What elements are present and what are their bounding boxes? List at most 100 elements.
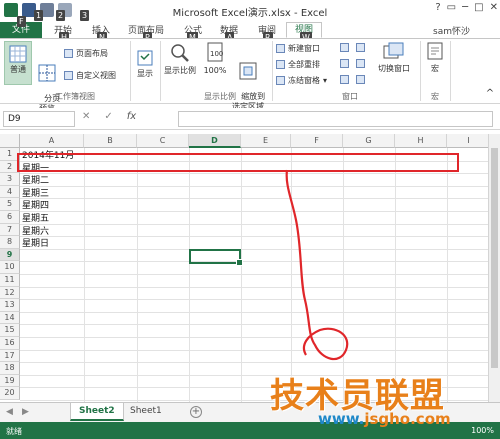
vertical-scrollbar[interactable] <box>488 134 500 402</box>
group-separator <box>272 41 273 101</box>
view-side-by-side-button[interactable] <box>356 43 365 52</box>
cell-a1[interactable]: 2014年11月 <box>22 150 74 162</box>
gridline <box>20 362 488 364</box>
freeze-panes-button[interactable]: 冻结窗格 ▾ <box>276 75 327 86</box>
row-header[interactable]: 4 <box>0 185 20 199</box>
prev-sheet-icon[interactable]: ◀ <box>6 407 13 417</box>
row-header[interactable]: 1 <box>0 148 20 161</box>
split-icon <box>340 43 349 52</box>
hide-button[interactable] <box>340 59 349 68</box>
row-header[interactable]: 17 <box>0 349 20 363</box>
freeze-panes-label: 冻结窗格 <box>288 76 320 85</box>
new-window-button[interactable]: 新建窗口 <box>276 43 320 54</box>
sheet-tab-sheet1[interactable]: Sheet1 <box>122 403 170 421</box>
column-header-h[interactable]: H <box>395 134 447 148</box>
reset-position-button[interactable] <box>356 75 365 84</box>
row-header[interactable]: 13 <box>0 299 20 312</box>
column-header-e[interactable]: E <box>241 134 291 148</box>
maximize-button[interactable]: □ <box>474 2 483 13</box>
cell-a7[interactable]: 星期六 <box>22 226 49 238</box>
row-header[interactable]: 19 <box>0 374 20 388</box>
row-header[interactable]: 5 <box>0 198 20 211</box>
next-sheet-icon[interactable]: ▶ <box>22 407 29 417</box>
column-header-d[interactable]: D <box>189 134 241 148</box>
cell-a8[interactable]: 星期日 <box>22 238 49 250</box>
page-layout-view-label: 页面布局 <box>76 49 108 58</box>
row-header[interactable]: 16 <box>0 337 20 350</box>
cell-a5[interactable]: 星期四 <box>22 200 49 212</box>
row-header[interactable]: 20 <box>0 387 20 400</box>
cell-a4[interactable]: 星期三 <box>22 188 49 200</box>
reset-position-icon <box>356 75 365 84</box>
close-button[interactable]: ✕ <box>490 2 498 13</box>
watermark-url: www.jsgho.com <box>318 410 451 428</box>
ribbon-display-button[interactable]: ▭ <box>447 2 456 13</box>
cell-a6[interactable]: 星期五 <box>22 213 49 225</box>
show-button[interactable]: 显示 <box>134 49 156 79</box>
add-sheet-icon[interactable]: + <box>190 406 202 418</box>
select-all-button[interactable] <box>0 134 20 148</box>
gridline <box>20 261 488 263</box>
worksheet-grid[interactable]: A B C D E F G H I 1 2 3 4 5 6 7 8 9 10 11 12 13 14 15 1… <box>0 134 488 402</box>
formula-input[interactable] <box>178 111 493 127</box>
row-header[interactable]: 14 <box>0 311 20 325</box>
gridline <box>20 299 488 301</box>
row-header[interactable]: 9 <box>0 248 20 262</box>
name-box[interactable]: D9 <box>3 111 75 127</box>
row-header[interactable]: 6 <box>0 211 20 224</box>
split-button[interactable] <box>340 43 349 52</box>
minimize-button[interactable]: ─ <box>462 2 468 13</box>
cell-a3[interactable]: 星期二 <box>22 175 49 187</box>
row-header[interactable]: 18 <box>0 362 20 375</box>
active-cell-d9[interactable] <box>189 249 243 266</box>
group-separator <box>130 41 131 101</box>
row-header[interactable]: 10 <box>0 261 20 274</box>
switch-windows-button[interactable]: 切换窗口 <box>374 42 414 74</box>
row-header[interactable]: 12 <box>0 286 20 300</box>
chevron-down-icon: ▾ <box>323 76 328 85</box>
column-header-f[interactable]: F <box>291 134 343 148</box>
gridline <box>20 311 488 313</box>
row-header[interactable]: 2 <box>0 160 20 174</box>
formula-bar: D9 ✕ ✓ fx <box>0 108 500 130</box>
help-button[interactable]: ? <box>435 2 440 13</box>
column-header-c[interactable]: C <box>137 134 189 148</box>
zoom-100-button[interactable]: 100 100% <box>202 42 228 76</box>
cancel-icon[interactable]: ✕ <box>82 111 90 122</box>
row-header[interactable]: 11 <box>0 274 20 287</box>
collapse-ribbon-button[interactable]: ^ <box>484 89 496 99</box>
zoom-button[interactable]: 显示比例 <box>162 42 198 76</box>
scroll-thumb[interactable] <box>491 148 498 368</box>
show-icon <box>137 50 153 66</box>
zoom-level[interactable]: 100% <box>471 426 494 435</box>
new-window-icon <box>276 44 285 53</box>
page-layout-icon <box>64 49 73 58</box>
column-header-i[interactable]: I <box>447 134 488 148</box>
page-layout-view-button[interactable]: 页面布局 <box>64 48 108 59</box>
macros-button[interactable]: 宏 <box>424 42 446 74</box>
row-header[interactable]: 15 <box>0 324 20 337</box>
group-label-window: 窗口 <box>342 92 358 101</box>
column-header-b[interactable]: B <box>84 134 137 148</box>
group-label-macros: 宏 <box>431 92 439 101</box>
enter-icon[interactable]: ✓ <box>104 111 112 122</box>
insert-function-icon[interactable]: fx <box>127 111 136 122</box>
title-bar: 1 2 3 Microsoft Excel演示.xlsx - Excel ? ▭… <box>0 0 500 22</box>
unhide-button[interactable] <box>340 75 349 84</box>
row-header[interactable]: 7 <box>0 223 20 237</box>
custom-views-button[interactable]: 自定义视图 <box>64 70 116 81</box>
sync-scroll-button[interactable] <box>356 59 365 68</box>
zoom-to-selection-icon <box>239 62 257 80</box>
switch-windows-label: 切换窗口 <box>378 64 410 73</box>
row-header[interactable]: 8 <box>0 236 20 249</box>
sheet-tab-sheet2[interactable]: Sheet2 <box>70 403 124 421</box>
gridline <box>20 173 488 175</box>
normal-view-button[interactable]: 普通 <box>4 41 32 85</box>
row-header[interactable]: 3 <box>0 173 20 186</box>
column-header-g[interactable]: G <box>343 134 395 148</box>
column-header-a[interactable]: A <box>20 134 84 148</box>
custom-views-label: 自定义视图 <box>76 71 116 80</box>
user-name[interactable]: sam怀沙 <box>433 24 470 37</box>
cell-a2[interactable]: 星期一 <box>22 163 49 175</box>
arrange-all-button[interactable]: 全部重排 <box>276 59 320 70</box>
